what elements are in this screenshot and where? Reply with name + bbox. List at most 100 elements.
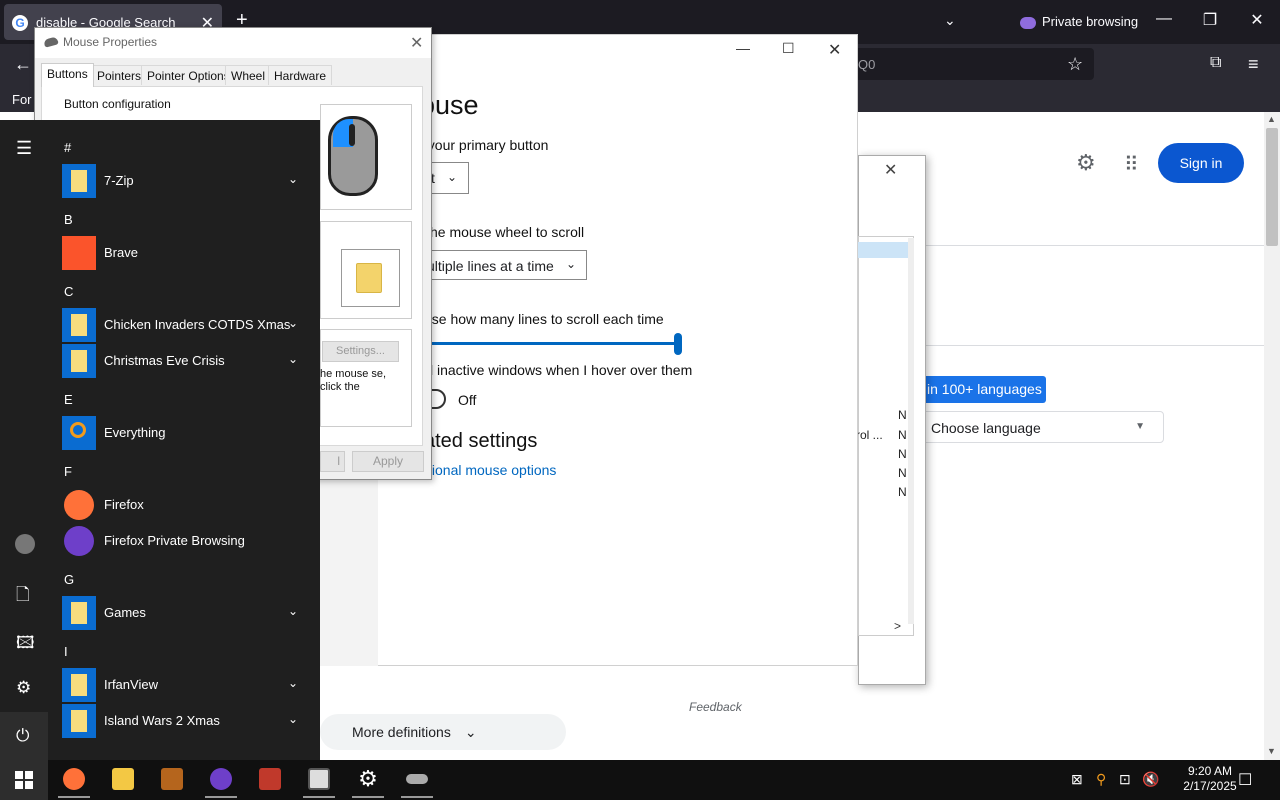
settings-minimize-button[interactable]: — — [736, 40, 750, 56]
taskbar-firefox-private[interactable] — [197, 762, 245, 798]
caret-down-icon: ▼ — [1135, 421, 1145, 432]
chevron-down-icon[interactable]: ⌄ — [288, 172, 298, 186]
app-chicken-invaders[interactable]: Chicken Invaders COTDS Xmas ⌄ — [62, 308, 312, 342]
taskbar-settings[interactable]: ⚙ — [344, 762, 392, 798]
power-icon[interactable]: ⏻ — [16, 726, 29, 746]
folder-icon — [62, 668, 96, 702]
app-label: Island Wars 2 Xmas — [104, 713, 220, 728]
chevron-down-icon[interactable]: ⌄ — [288, 352, 298, 366]
chevron-down-icon[interactable]: ⌄ — [288, 676, 298, 690]
tab-hardware[interactable]: Hardware — [268, 65, 333, 85]
list-item[interactable]: N — [898, 447, 907, 461]
tray-icon[interactable]: ⊠ — [1071, 771, 1083, 788]
app-irfanview[interactable]: IrfanView ⌄ — [62, 668, 312, 702]
google-favicon-icon: G — [12, 15, 28, 31]
chevron-down-icon[interactable]: ⌄ — [288, 604, 298, 618]
volume-muted-icon[interactable]: 🔇 — [1142, 771, 1159, 788]
choose-language-label: Choose language — [931, 420, 1041, 436]
browser-close-button[interactable]: ✕ — [1247, 10, 1267, 30]
network-icon[interactable]: ⊡ — [1119, 771, 1131, 788]
background-list-scrollbar[interactable] — [908, 238, 914, 624]
settings-maximize-button[interactable]: ☐ — [782, 40, 795, 57]
page-scrollbar-thumb[interactable] — [1266, 128, 1278, 246]
wheel-scroll-select[interactable]: ultiple lines at a time ⌄ — [410, 250, 587, 280]
section-letter[interactable]: B — [64, 212, 73, 227]
choose-language-select[interactable]: Choose language ▼ — [918, 411, 1164, 443]
scroll-lines-slider-thumb[interactable] — [674, 333, 682, 355]
notification-center-icon[interactable]: ☐ — [1238, 770, 1252, 790]
feedback-link[interactable]: Feedback — [689, 700, 742, 714]
tab-pointer-options[interactable]: Pointer Options — [141, 65, 236, 85]
taskbar-mouse[interactable] — [393, 762, 441, 798]
additional-mouse-options-link[interactable]: tional mouse options — [428, 462, 556, 478]
section-letter[interactable]: G — [64, 572, 74, 587]
app-label: IrfanView — [104, 677, 158, 692]
tab-buttons[interactable]: Buttons — [41, 63, 94, 87]
taskbar-firefox[interactable] — [50, 762, 98, 798]
everything-tray-icon[interactable]: ⚲ — [1096, 771, 1106, 788]
sign-in-button[interactable]: Sign in — [1158, 143, 1244, 183]
app-firefox-private[interactable]: Firefox Private Browsing — [62, 524, 312, 558]
list-item[interactable]: N — [898, 466, 907, 480]
list-item[interactable]: N — [898, 428, 907, 442]
settings-gear-icon[interactable]: ⚙ — [16, 678, 31, 698]
folder-icon[interactable] — [356, 263, 382, 293]
pictures-icon[interactable]: 🖾 — [16, 630, 35, 659]
windows-logo-icon[interactable] — [15, 771, 33, 789]
documents-icon[interactable]: 🗋 — [16, 582, 30, 611]
cancel-button[interactable]: l — [320, 451, 345, 472]
scroll-lines-slider[interactable] — [420, 342, 678, 345]
inactive-scroll-label: l inactive windows when I hover over the… — [430, 362, 693, 378]
wheel-scroll-label: he mouse wheel to scroll — [430, 224, 585, 240]
taskbar-app[interactable] — [246, 762, 294, 798]
url-bar[interactable] — [850, 48, 1094, 80]
app-brave[interactable]: Brave — [62, 236, 312, 270]
section-letter[interactable]: # — [64, 140, 71, 155]
list-item[interactable]: N — [898, 485, 907, 499]
section-letter[interactable]: I — [64, 644, 68, 659]
app-everything[interactable]: Everything — [62, 416, 312, 450]
list-all-tabs-button[interactable]: ⌄ — [944, 12, 956, 29]
section-letter[interactable]: C — [64, 284, 73, 299]
hamburger-menu-icon[interactable]: ☰ — [16, 138, 32, 159]
list-item[interactable]: N — [898, 408, 907, 422]
chevron-down-icon[interactable]: ⌄ — [288, 712, 298, 726]
gear-icon[interactable]: ⚙ — [1076, 150, 1096, 176]
background-dialog-close-icon[interactable]: ✕ — [884, 160, 897, 180]
apply-button[interactable]: Apply — [352, 451, 424, 472]
back-arrow-icon[interactable]: ← — [14, 54, 32, 75]
app-christmas-eve-crisis[interactable]: Christmas Eve Crisis ⌄ — [62, 344, 312, 378]
app-firefox[interactable]: Firefox — [62, 488, 312, 522]
more-definitions-button[interactable]: More definitions ⌄ — [320, 714, 566, 750]
tab-pointers[interactable]: Pointers — [91, 65, 148, 85]
section-letter[interactable]: F — [64, 464, 72, 479]
browser-minimize-button[interactable]: — — [1154, 10, 1174, 28]
app-7zip[interactable]: 7-Zip ⌄ — [62, 164, 312, 198]
taskbar-file-explorer[interactable] — [99, 762, 147, 798]
chevron-down-icon[interactable]: ⌄ — [288, 316, 298, 330]
section-letter[interactable]: E — [64, 392, 73, 407]
scroll-right-icon[interactable]: > — [894, 619, 901, 633]
scroll-down-icon[interactable]: ▼ — [1267, 746, 1276, 756]
taskbar-app[interactable] — [148, 762, 196, 798]
apps-grid-icon[interactable]: ⠿ — [1124, 152, 1139, 177]
app-icon — [259, 768, 281, 790]
url-text[interactable]: Q0 — [858, 57, 875, 72]
clicklock-settings-button[interactable]: Settings... — [322, 341, 399, 362]
folder-icon — [62, 344, 96, 378]
dialog-close-icon[interactable]: ✕ — [410, 33, 423, 53]
scroll-up-icon[interactable]: ▲ — [1267, 114, 1276, 124]
app-menu-icon[interactable]: ≡ — [1248, 54, 1259, 75]
avatar[interactable] — [15, 534, 35, 554]
extensions-icon[interactable]: ⧉ — [1210, 54, 1221, 72]
settings-close-button[interactable]: ✕ — [828, 40, 841, 60]
app-island-wars[interactable]: Island Wars 2 Xmas ⌄ — [62, 704, 312, 738]
tab-wheel[interactable]: Wheel — [225, 65, 272, 85]
bookmark-item[interactable]: For — [12, 92, 32, 107]
bookmark-star-icon[interactable]: ☆ — [1067, 54, 1083, 75]
mouse-wheel-icon — [349, 124, 355, 146]
browser-maximize-button[interactable]: ❐ — [1200, 10, 1220, 30]
app-games[interactable]: Games ⌄ — [62, 596, 312, 630]
taskbar-control-panel[interactable] — [295, 762, 343, 798]
languages-button[interactable]: in 100+ languages — [914, 376, 1046, 403]
